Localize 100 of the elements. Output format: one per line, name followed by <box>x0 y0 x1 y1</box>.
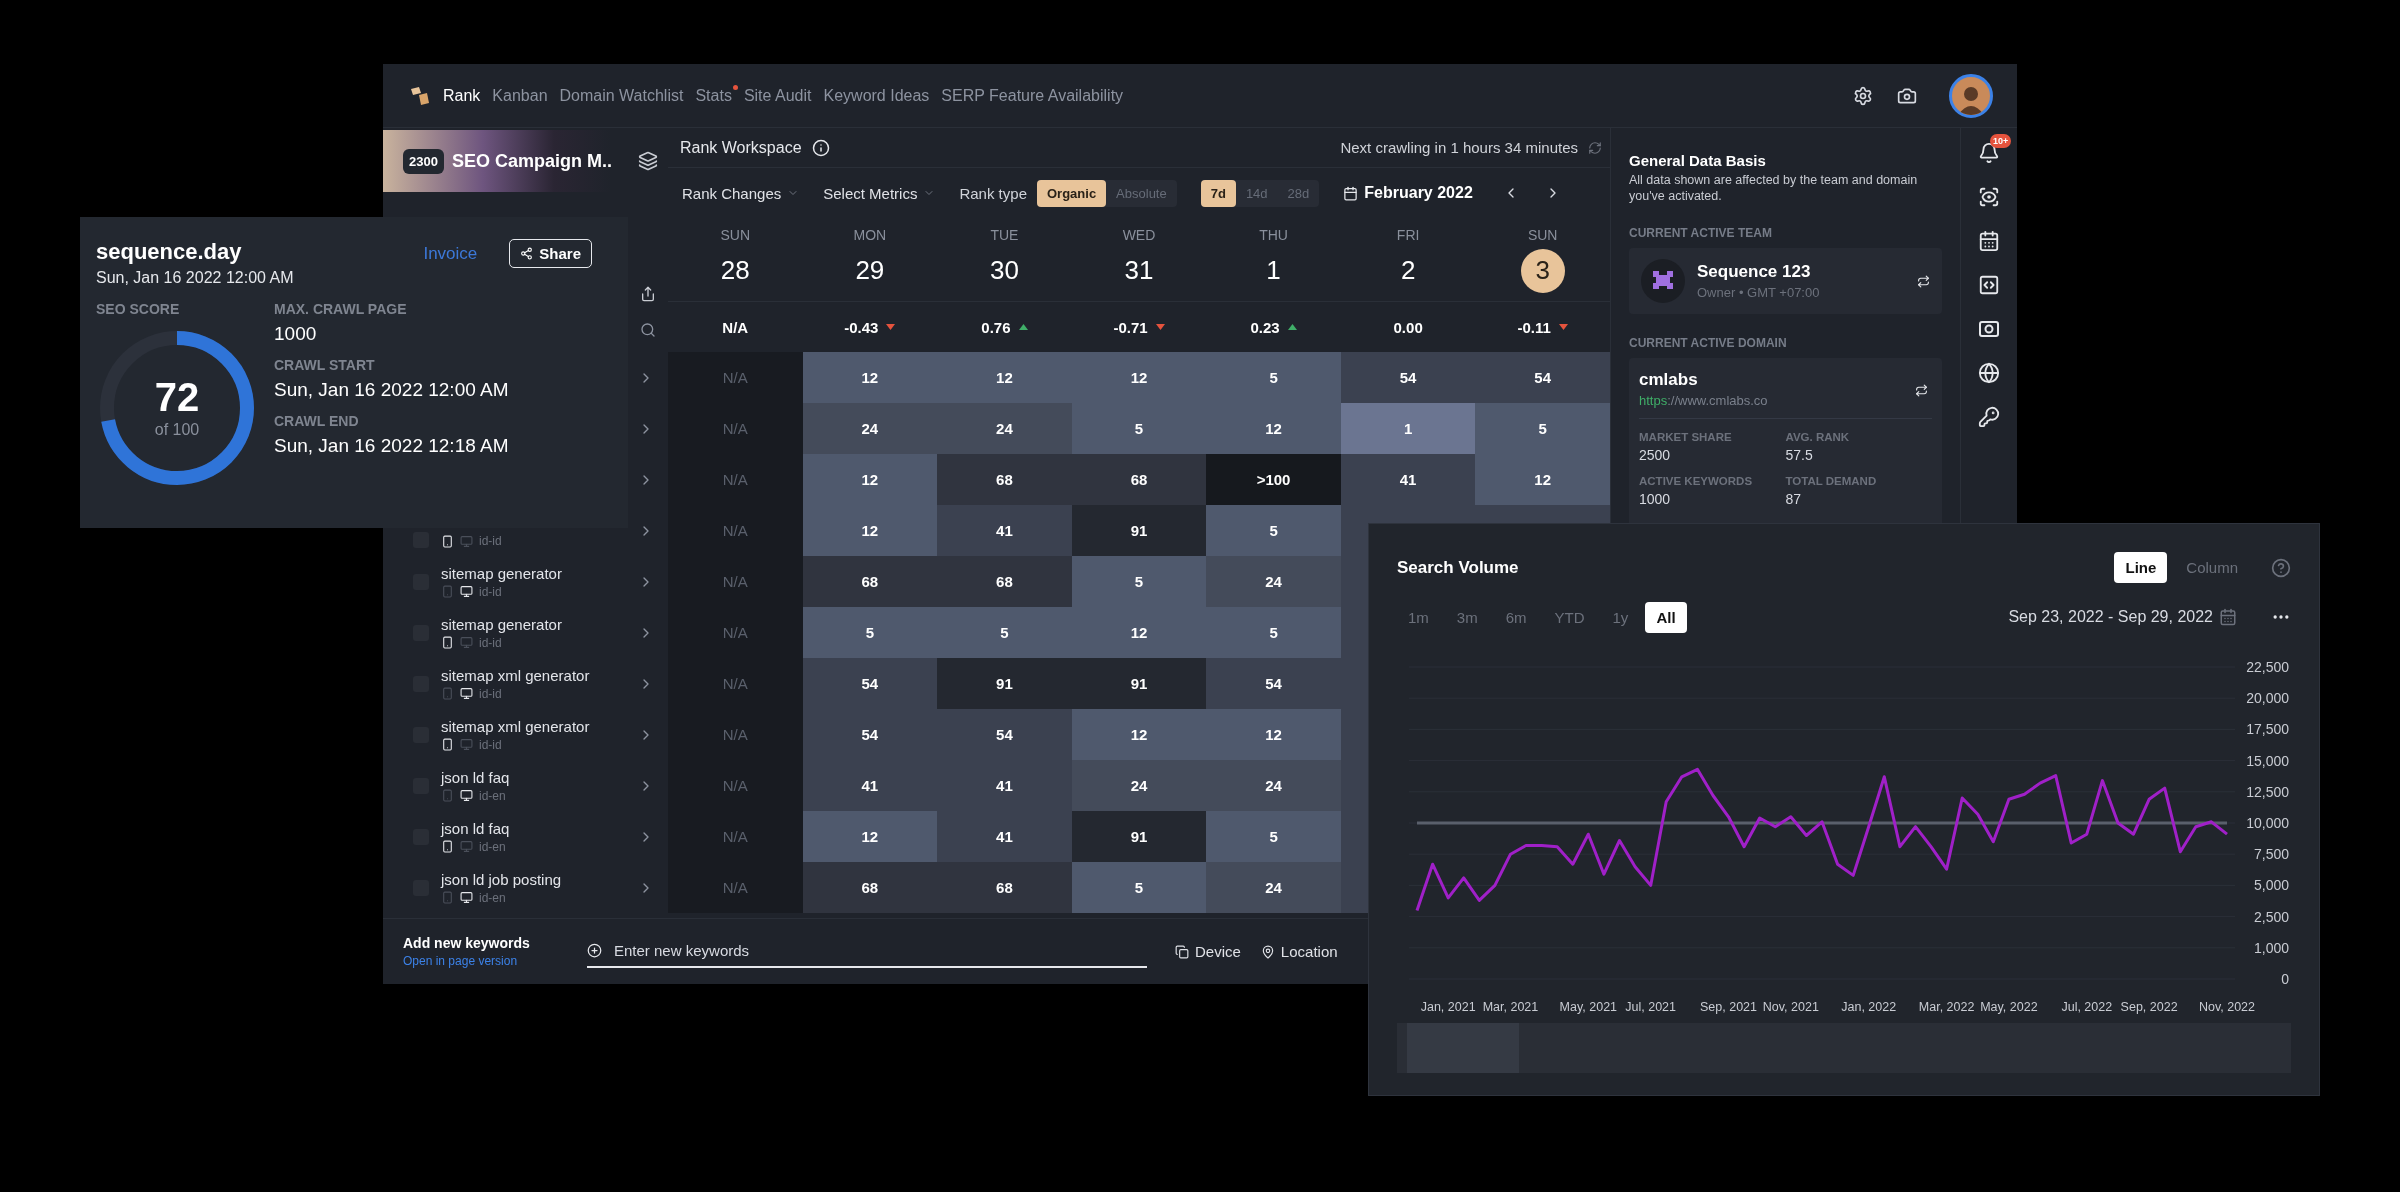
x-axis-label: Sep, 2021 <box>1700 1000 1758 1015</box>
weekday-label: MON <box>853 226 887 243</box>
x-axis-label: Nov, 2022 <box>2198 1000 2256 1015</box>
rank-cell: 1 <box>1340 403 1476 454</box>
rank-type-option[interactable]: Organic <box>1037 179 1107 207</box>
next-crawl-text: Next crawling in 1 hours 34 minutes <box>1340 139 1578 156</box>
keyword-locale: id-id <box>479 686 502 701</box>
rank-cell: 5 <box>937 607 1072 658</box>
keyword-title[interactable]: sitemap generator <box>441 564 626 582</box>
nav-link[interactable]: Site Audit <box>743 86 812 105</box>
y-axis-label: 5,000 <box>2253 877 2289 894</box>
nav-link[interactable]: Keyword Ideas <box>823 86 930 105</box>
fact-label: CRAWL END <box>274 413 360 429</box>
x-axis-label: Sep, 2022 <box>2120 1000 2178 1015</box>
rank-cell: N/A <box>668 760 803 811</box>
y-axis-label: 15,000 <box>2246 752 2289 769</box>
team-logo-icon <box>1641 259 1685 304</box>
panel-description: All data shown are affected by the team and domain you've activated. <box>1629 173 1919 205</box>
avatar[interactable] <box>1949 73 1993 118</box>
campaign-name: SEO Campaign M.. <box>451 150 612 172</box>
keyword-title[interactable]: json ld faq <box>441 768 626 786</box>
calendar-icon <box>2219 608 2237 627</box>
weekday-label: TUE <box>990 226 1019 243</box>
day-number[interactable]: 3 <box>1520 248 1565 293</box>
y-axis-label: 17,500 <box>2246 721 2289 738</box>
y-axis-label: 1,000 <box>2253 939 2289 956</box>
rank-cell: 5 <box>1206 352 1341 403</box>
range-option[interactable]: All <box>1645 601 1687 633</box>
period-option[interactable]: 7d <box>1200 179 1236 207</box>
keyword-title[interactable]: sitemap generator <box>441 615 626 633</box>
nav-link[interactable]: Kanban <box>492 86 548 105</box>
keyword-title[interactable]: json ld job posting <box>441 870 626 888</box>
globe-icon[interactable] <box>1978 362 2000 384</box>
nav-link[interactable]: Rank <box>443 86 481 105</box>
location-pin-icon <box>1260 944 1275 959</box>
logo-icon <box>409 84 431 107</box>
day-number[interactable]: 30 <box>982 248 1027 293</box>
orbit-eye-icon[interactable] <box>1978 186 2000 208</box>
calendar-icon <box>1343 185 1359 201</box>
weekday-label: SUN <box>1527 226 1558 243</box>
day-number[interactable]: 1 <box>1251 248 1296 293</box>
rank-cell: N/A <box>668 709 803 760</box>
rank-cell: 12 <box>802 505 938 556</box>
info-icon <box>811 138 830 157</box>
keyword-title[interactable]: sitemap xml generator <box>441 717 626 735</box>
navigator-handle[interactable] <box>1407 1023 1519 1074</box>
keyword-locale: id-en <box>479 839 506 854</box>
rank-change-value: 0.23 <box>1250 318 1280 336</box>
location-button[interactable]: Location <box>1260 943 1338 960</box>
stat-label: ACTIVE KEYWORDS <box>1639 475 1754 488</box>
add-keywords-title: Add new keywords <box>403 935 531 951</box>
keyword-input[interactable]: Enter new keywords <box>612 941 1147 960</box>
site-name: sequence.day <box>96 239 243 265</box>
rank-cell: 5 <box>1071 403 1207 454</box>
nav-link[interactable]: Stats <box>695 86 732 105</box>
rank-cell: 91 <box>937 658 1072 709</box>
help-icon[interactable] <box>2271 557 2291 578</box>
rank-cell: 5 <box>1071 556 1207 607</box>
fact-label: MAX. CRAWL PAGE <box>274 301 408 317</box>
keyword-title[interactable]: sitemap xml generator <box>441 666 626 684</box>
rank-cell: N/A <box>668 505 803 556</box>
rank-type-label: Rank type <box>959 184 1027 202</box>
calendar-icon[interactable] <box>1978 230 2000 252</box>
rank-cell: 12 <box>802 352 938 403</box>
nav-link[interactable]: Domain Watchlist <box>559 86 684 105</box>
share-button[interactable]: Share <box>509 239 592 268</box>
keyword-locale: id-id <box>479 534 502 548</box>
bell-icon[interactable] <box>1978 142 2000 164</box>
day-number[interactable]: 2 <box>1386 248 1431 293</box>
date-range[interactable]: Sep 23, 2022 - Sep 29, 2022 <box>2008 608 2213 627</box>
x-axis-label: May, 2022 <box>1980 1000 2038 1015</box>
code-icon[interactable] <box>1978 274 2000 296</box>
team-card[interactable]: Sequence 123 Owner • GMT +07:00 <box>1629 248 1942 315</box>
day-number[interactable]: 31 <box>1117 248 1161 293</box>
day-number[interactable]: 28 <box>713 248 758 293</box>
rank-cell: 68 <box>802 862 938 913</box>
rank-cell: 24 <box>802 403 938 454</box>
domain-url[interactable]: https://www.cmlabs.co <box>1639 393 1768 409</box>
y-axis-label: 22,500 <box>2246 659 2289 676</box>
key-icon[interactable] <box>1978 406 2000 428</box>
filter-dropdown[interactable]: Rank Changes <box>682 184 800 202</box>
device-button[interactable]: Device <box>1175 943 1241 960</box>
filter-dropdown[interactable]: Select Metrics <box>823 184 936 202</box>
search-icon <box>640 322 656 338</box>
open-page-link[interactable]: Open in page version <box>403 954 553 968</box>
switch-icon <box>1917 274 1930 288</box>
seo-score: 72 <box>154 377 200 417</box>
campaign-count: 2300 <box>403 148 444 174</box>
rank-cell: N/A <box>668 352 803 403</box>
score-total: of 100 <box>154 421 200 439</box>
team-name: Sequence 123 <box>1697 262 1812 283</box>
view-toggle[interactable]: Line <box>2114 552 2168 584</box>
rank-cell: 5 <box>1475 403 1610 454</box>
x-axis-label: Nov, 2021 <box>1762 1000 1819 1015</box>
day-number[interactable]: 29 <box>847 248 892 293</box>
keyword-title[interactable]: json ld faq <box>441 819 626 837</box>
nav-link[interactable]: SERP Feature Availability <box>941 86 1124 105</box>
settings-icon <box>1853 85 1873 106</box>
rank-cell: N/A <box>668 658 803 709</box>
fact-label: CRAWL START <box>274 357 376 373</box>
